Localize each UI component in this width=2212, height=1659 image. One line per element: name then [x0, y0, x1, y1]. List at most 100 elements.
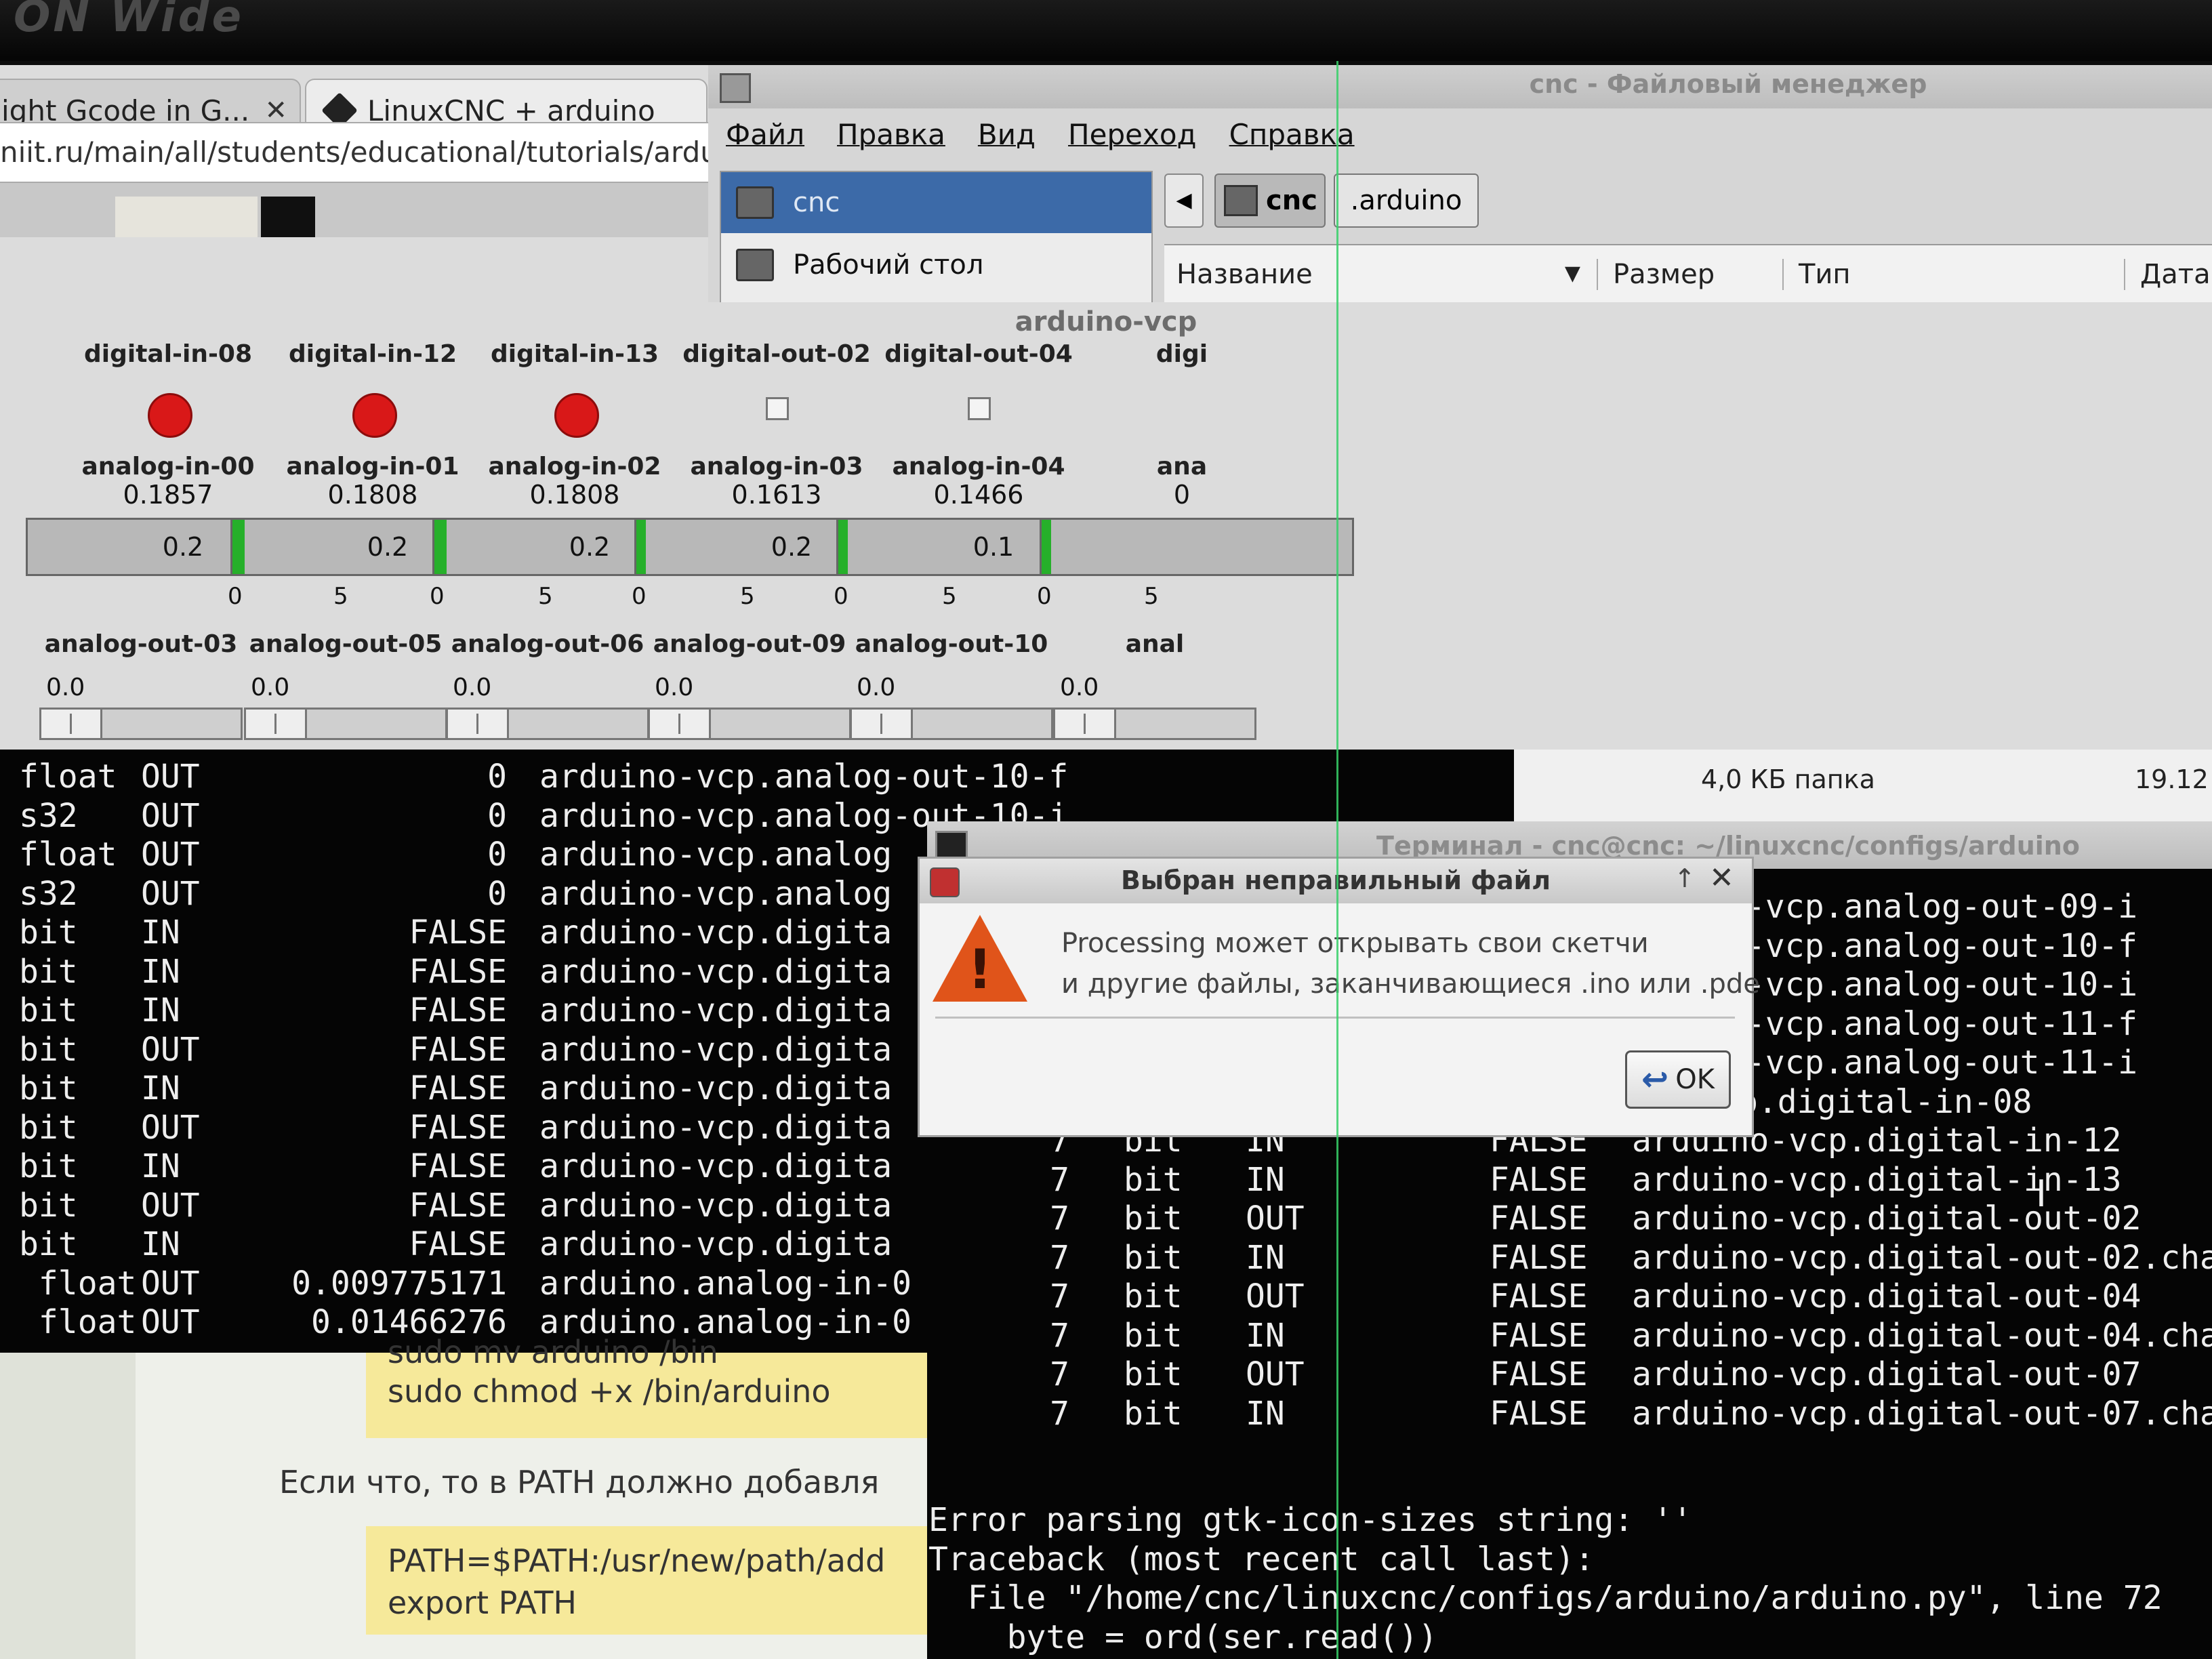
- place-label: cnc: [793, 187, 840, 218]
- pin-row: bit IN FALSE arduino-vcp.digita: [19, 1147, 1068, 1187]
- column-date[interactable]: Дата: [2125, 259, 2211, 290]
- pin-name: -vcp.analog-out-09-i: [1746, 888, 2137, 926]
- menu-view[interactable]: Вид: [978, 118, 1036, 151]
- slider-knob[interactable]: [1055, 710, 1116, 738]
- close-icon[interactable]: ✕: [1709, 861, 1734, 895]
- home-icon: [1224, 185, 1258, 216]
- column-size[interactable]: Размер: [1598, 259, 1784, 290]
- slider-knob[interactable]: [41, 710, 102, 738]
- pin-name: -vcp.analog-out-10-i: [1746, 966, 2137, 1004]
- crumb-label: cnc: [1266, 185, 1317, 216]
- pin-name: arduino-vcp.analog: [539, 836, 893, 874]
- pin-row: 7 bit OUT FALSE arduino-vcp.digital-out-02: [1017, 1200, 2212, 1239]
- pin-name: arduino-vcp.digita: [539, 1147, 893, 1185]
- scale-min: 0: [834, 583, 848, 610]
- pin-type: bit: [1124, 1316, 1183, 1355]
- pin-type: s32: [19, 796, 78, 835]
- led-indicator: [352, 393, 397, 438]
- ok-label: OK: [1675, 1064, 1715, 1095]
- pin-owner: 7: [1050, 1277, 1069, 1315]
- analog-out-slider[interactable]: [1053, 708, 1256, 740]
- error-line: byte = ord(ser.read()): [928, 1618, 1438, 1656]
- maximize-icon[interactable]: ↑: [1674, 863, 1696, 893]
- pin-row: bit OUT FALSE arduino-vcp.digita: [19, 1031, 1068, 1070]
- place-desktop[interactable]: Рабочий стол: [721, 234, 1151, 295]
- analog-out-value: 0.0: [46, 674, 85, 701]
- ok-button[interactable]: ↩ OK: [1625, 1050, 1731, 1109]
- error-line: Traceback (most recent call last):: [928, 1540, 1595, 1578]
- pin-value: FALSE: [1490, 1238, 1588, 1277]
- pin-name: arduino-vcp.digita: [539, 1225, 893, 1263]
- pin-row: bit IN FALSE arduino-vcp.digita: [19, 953, 1068, 992]
- scale-min: 0: [632, 583, 647, 610]
- pin-type: bit: [19, 914, 78, 951]
- bookmark-item[interactable]: [261, 197, 315, 237]
- place-home-cnc[interactable]: cnc: [721, 172, 1151, 233]
- code-line: export PATH: [388, 1584, 577, 1621]
- pin-value: 0: [487, 758, 507, 796]
- pin-name: arduino-vcp.digita: [539, 1108, 893, 1147]
- pin-dir: OUT: [141, 796, 200, 835]
- pin-row: bit IN FALSE arduino-vcp.digita: [19, 1069, 1068, 1109]
- menu-go[interactable]: Переход: [1068, 118, 1197, 151]
- led-indicator: [148, 393, 192, 438]
- analog-out-value: 0.0: [655, 674, 694, 701]
- enter-arrow-icon: ↩: [1641, 1061, 1669, 1099]
- bookmark-item[interactable]: [115, 197, 258, 237]
- bookmarks-bar: [0, 183, 708, 237]
- code-line: PATH=$PATH:/usr/new/path/add: [388, 1542, 886, 1579]
- pin-row: s32 OUT 0 arduino-vcp.analog: [19, 875, 1068, 914]
- pin-name: arduino-vcp.digita: [539, 991, 893, 1029]
- led-indicator: [554, 393, 599, 438]
- pin-row: 7 bit IN FALSE arduino-vcp.digital-in-13: [1017, 1161, 2212, 1200]
- pin-dir: IN: [141, 952, 180, 991]
- menu-help[interactable]: Справка: [1229, 118, 1355, 151]
- column-name[interactable]: Название ▼: [1164, 259, 1598, 290]
- menu-file[interactable]: Файл: [726, 118, 804, 151]
- status-date: 19.12: [2135, 764, 2209, 794]
- pin-value: FALSE: [1490, 1355, 1588, 1393]
- pin-name: arduino-vcp.digital-out-04: [1632, 1277, 2142, 1315]
- path-back-button[interactable]: ◀: [1164, 173, 1204, 228]
- output-checkbox[interactable]: [766, 397, 789, 420]
- scale-min: 0: [430, 583, 445, 610]
- slider-knob[interactable]: [246, 710, 307, 738]
- slider-knob[interactable]: [852, 710, 913, 738]
- pin-type: bit: [1124, 1238, 1183, 1277]
- column-type[interactable]: Тип: [1784, 259, 2125, 290]
- pin-dir: OUT: [141, 1303, 200, 1341]
- analog-out-value: 0.0: [251, 674, 290, 701]
- analog-in-value: 0: [1173, 480, 1191, 510]
- pin-row: 7 bit IN FALSE arduino-vcp.digital-out-07.ch…: [1017, 1395, 2212, 1434]
- url-bar[interactable]: niit.ru/main/all/students/educational/tu…: [0, 122, 708, 183]
- pin-name: -vcp.analog-out-11-f: [1746, 1004, 2137, 1043]
- window-icon: [720, 73, 751, 103]
- pin-type: bit: [19, 1069, 78, 1107]
- pin-dir: IN: [1246, 1316, 1285, 1355]
- path-crumb-cnc[interactable]: cnc: [1214, 173, 1326, 228]
- pin-row: bit IN FALSE arduino-vcp.digita: [19, 991, 1068, 1031]
- pin-type: bit: [1124, 1200, 1183, 1237]
- dialog-message-line: и другие файлы, заканчивающиеся .ino или…: [1061, 968, 1760, 1000]
- pin-dir: IN: [1246, 1238, 1285, 1277]
- pin-name: arduino-vcp.digita: [539, 1069, 893, 1107]
- pin-value: 0.009775171: [291, 1264, 507, 1303]
- menu-edit[interactable]: Правка: [837, 118, 945, 151]
- text-cursor-icon: I: [2036, 1172, 2047, 1215]
- pin-name: arduino-vcp.analog: [539, 874, 893, 913]
- path-crumb-arduino[interactable]: .arduino: [1334, 173, 1479, 228]
- pin-name: arduino-vcp.digita: [539, 952, 893, 991]
- file-manager-title: cnc - Файловый менеджер: [1529, 69, 1927, 99]
- pin-type: bit: [1124, 1277, 1183, 1315]
- pin-row: 7 bit OUT FALSE arduino-vcp.digital-out-04: [1017, 1277, 2212, 1317]
- pin-value: 0: [487, 836, 507, 874]
- dialog-title: Выбран неправильный файл: [1120, 865, 1551, 895]
- code-block-text: sudo mv arduino /bin sudo chmod +x /bin/…: [388, 1334, 831, 1411]
- output-checkbox[interactable]: [968, 397, 991, 420]
- pin-type: bit: [1124, 1355, 1183, 1393]
- code-line: sudo mv arduino /bin: [388, 1334, 718, 1370]
- pin-dir: IN: [141, 1225, 180, 1263]
- pin-name: -vcp.analog-out-10-f: [1746, 926, 2137, 965]
- slider-knob[interactable]: [650, 710, 711, 738]
- slider-knob[interactable]: [448, 710, 509, 738]
